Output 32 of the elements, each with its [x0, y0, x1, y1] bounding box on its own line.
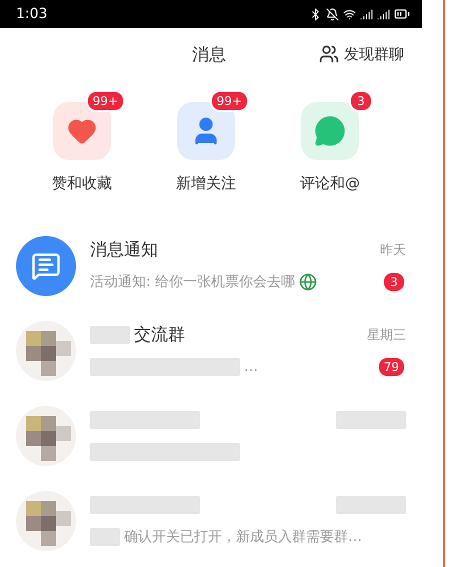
bluetooth-icon — [309, 8, 322, 20]
discover-groups-button[interactable]: 发现群聊 — [319, 44, 404, 64]
conversation-name: 消息通知 — [90, 239, 158, 261]
pixelated-text — [90, 326, 130, 344]
message-preview: 确认开关已打开，新成员入群需要群… — [124, 528, 362, 546]
conversation-time: 昨天 — [380, 242, 406, 258]
unread-count: 3 — [382, 270, 406, 292]
globe-icon — [299, 272, 318, 290]
status-time: 1:03 — [16, 6, 48, 22]
shortcut-label: 评论和@ — [300, 174, 360, 193]
shortcut-label: 赞和收藏 — [52, 174, 112, 193]
signal-icon — [377, 8, 390, 20]
people-icon — [319, 44, 339, 64]
unread-count: 79 — [376, 356, 406, 378]
shortcut-label: 新增关注 — [176, 174, 236, 193]
chat-bubble-icon — [314, 115, 346, 147]
unread-count: 99+ — [86, 90, 125, 112]
unread-count: 3 — [349, 90, 373, 112]
message-preview: 活动通知: 给你一张机票你会去哪 — [90, 272, 296, 290]
conversation-row[interactable]: 交流群 星期三 … 79 — [0, 308, 422, 393]
conversation-time: 星期三 — [367, 326, 406, 344]
page-title: 消息 — [192, 44, 226, 66]
signal-icon — [360, 8, 373, 20]
pixelated-text — [90, 528, 120, 546]
unread-count: 99+ — [210, 90, 249, 112]
pixelated-text — [336, 496, 406, 514]
message-preview: … — [244, 358, 258, 374]
conversation-name: 交流群 — [134, 324, 185, 346]
conversation-row[interactable]: 消息通知 昨天 活动通知: 给你一张机票你会去哪 3 — [0, 223, 422, 308]
pixelated-text — [336, 410, 406, 428]
bell-off-icon — [326, 8, 339, 20]
wifi-icon — [343, 8, 356, 20]
